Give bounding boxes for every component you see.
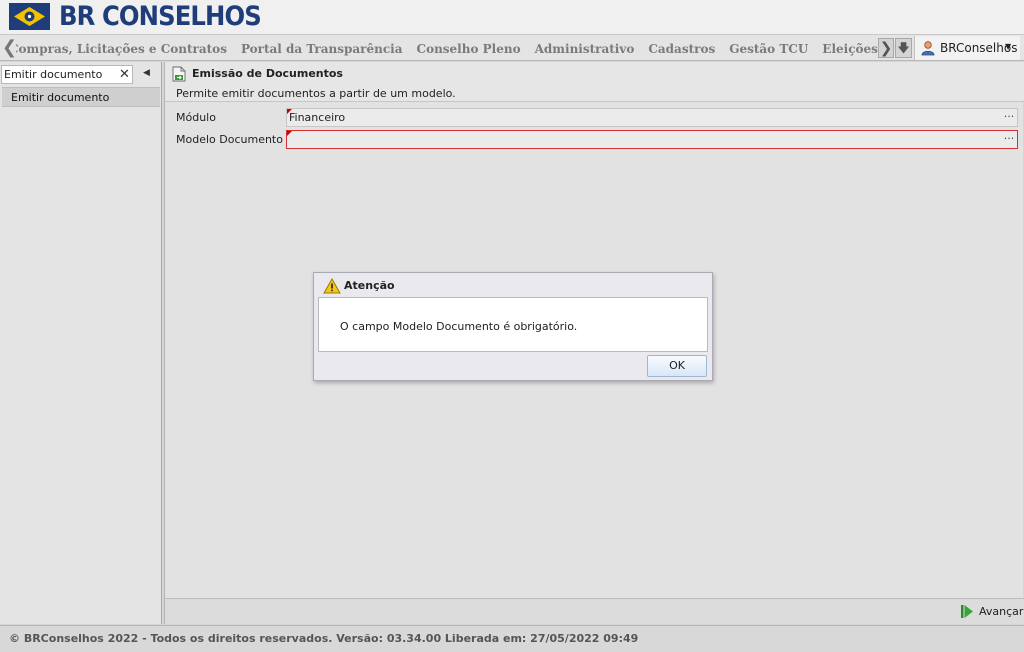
status-bar: © BRConselhos 2022 - Todos os direitos r… bbox=[0, 625, 1024, 652]
tab-gestao-tcu[interactable]: Gestão TCU bbox=[722, 37, 815, 61]
panel-footer: Avançar bbox=[165, 598, 1024, 624]
tab-administrativo[interactable]: Administrativo bbox=[528, 37, 642, 61]
module-tabbar: ❮ Compras, Licitações e Contratos Portal … bbox=[0, 34, 1024, 61]
tab-eleicoes[interactable]: Eleições bbox=[815, 37, 878, 61]
avancar-label: Avançar bbox=[979, 605, 1024, 618]
ellipsis-icon[interactable]: ··· bbox=[1001, 131, 1017, 148]
page-subtitle: Permite emitir documentos a partir de um… bbox=[176, 87, 456, 100]
dialog-message: O campo Modelo Documento é obrigatório. bbox=[340, 320, 578, 333]
modulo-value: Financeiro bbox=[289, 111, 346, 124]
modelo-documento-label: Modelo Documento bbox=[176, 133, 283, 146]
modulo-field[interactable]: Financeiro ··· bbox=[286, 108, 1018, 127]
user-icon bbox=[921, 41, 935, 56]
module-tabs: Compras, Licitações e Contratos Portal da… bbox=[16, 35, 878, 61]
app-header: BR CONSELHOS bbox=[0, 0, 1024, 34]
alert-dialog: Atenção O campo Modelo Documento é obrig… bbox=[313, 272, 713, 381]
tabs-scroll-left-icon[interactable]: ❮ bbox=[2, 37, 17, 59]
required-marker-icon bbox=[287, 131, 292, 136]
brand-logo-text: BR CONSELHOS bbox=[59, 1, 262, 32]
next-icon bbox=[961, 605, 973, 618]
ellipsis-icon[interactable]: ··· bbox=[1001, 109, 1017, 126]
search-input[interactable] bbox=[4, 67, 116, 82]
sidebar: ✕ ◀ Emitir documento bbox=[0, 62, 162, 624]
tabs-menu-arrow-icon[interactable]: 🡇 bbox=[895, 38, 912, 58]
page-title: Emissão de Documentos bbox=[192, 67, 343, 80]
sidebar-item-emitir-documento[interactable]: Emitir documento bbox=[2, 87, 160, 107]
panel-header: Emissão de Documentos Permite emitir doc… bbox=[165, 62, 1024, 102]
warning-icon bbox=[323, 278, 341, 294]
collapse-sidebar-icon[interactable]: ◀ bbox=[143, 68, 150, 78]
tab-conselho-pleno[interactable]: Conselho Pleno bbox=[410, 37, 528, 61]
tab-cadastros[interactable]: Cadastros bbox=[641, 37, 722, 61]
dialog-title: Atenção bbox=[344, 279, 395, 292]
modelo-documento-field[interactable]: ··· bbox=[286, 130, 1018, 149]
sidebar-search: ✕ bbox=[1, 65, 133, 84]
user-menu[interactable]: BRConselhos ▼ bbox=[914, 36, 1020, 60]
dialog-body: O campo Modelo Documento é obrigatório. bbox=[318, 297, 708, 352]
close-icon[interactable]: ✕ bbox=[119, 66, 130, 83]
brand-logo-icon bbox=[9, 3, 50, 30]
modulo-row: Módulo Financeiro ··· bbox=[165, 108, 1024, 128]
chevron-down-icon[interactable]: ▼ bbox=[1005, 42, 1011, 51]
tabs-scroll-right-icon[interactable]: ❯ bbox=[878, 38, 894, 58]
tab-compras-licitacoes-e-contratos[interactable]: Compras, Licitações e Contratos bbox=[16, 37, 234, 61]
modelo-documento-row: Modelo Documento ··· bbox=[165, 130, 1024, 150]
sidebar-item-label: Emitir documento bbox=[11, 91, 110, 104]
status-text: © BRConselhos 2022 - Todos os direitos r… bbox=[9, 632, 639, 645]
document-icon bbox=[172, 66, 186, 82]
tab-portal-da-transparencia[interactable]: Portal da Transparência bbox=[234, 37, 410, 61]
modulo-label: Módulo bbox=[176, 111, 216, 124]
ok-button[interactable]: OK bbox=[647, 355, 707, 377]
